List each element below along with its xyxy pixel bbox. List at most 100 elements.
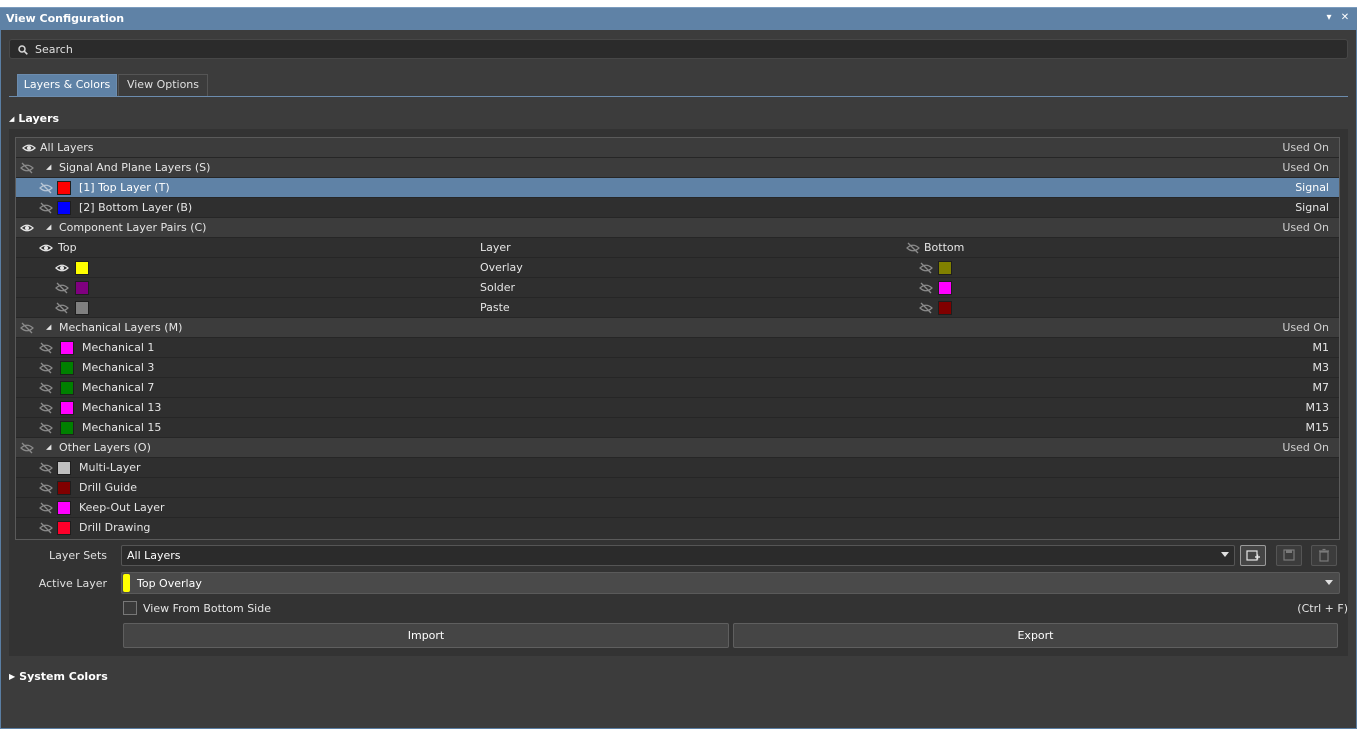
eye-hidden-icon[interactable] (20, 321, 34, 335)
used-on-header: Used On (1282, 441, 1329, 454)
bottom-color-swatch[interactable] (938, 301, 952, 315)
system-colors-section-header[interactable]: ▶ System Colors (9, 670, 108, 683)
layer-color-swatch[interactable] (57, 461, 71, 475)
layers-section-title: Layers (18, 112, 60, 125)
layer-row-top-layer[interactable]: [1] Top Layer (T) Signal (16, 178, 1339, 198)
layer-row-keep-out[interactable]: Keep-Out Layer (16, 498, 1339, 518)
eye-hidden-icon[interactable] (39, 461, 53, 475)
layer-row-drill-drawing[interactable]: Drill Drawing (16, 518, 1339, 538)
layer-row-mechanical-3[interactable]: Mechanical 3 M3 (16, 358, 1339, 378)
layer-color-swatch[interactable] (60, 381, 74, 395)
layer-color-swatch[interactable] (57, 181, 71, 195)
dropdown-menu-icon[interactable]: ▾ (1323, 12, 1335, 24)
eye-hidden-icon[interactable] (55, 301, 69, 315)
eye-visible-icon[interactable] (22, 141, 36, 155)
expand-triangle-icon: ▶ (9, 672, 16, 681)
tab-strip: Layers & Colors View Options (9, 74, 1348, 97)
layer-row-bottom-layer[interactable]: [2] Bottom Layer (B) Signal (16, 198, 1339, 218)
eye-hidden-icon[interactable] (39, 481, 53, 495)
layer-color-swatch[interactable] (57, 201, 71, 215)
eye-hidden-icon[interactable] (919, 281, 933, 295)
other-group-row[interactable]: ◢ Other Layers (O) Used On (16, 438, 1339, 458)
layer-sets-dropdown[interactable]: All Layers (121, 545, 1235, 566)
signal-group-row[interactable]: ◢ Signal And Plane Layers (S) Used On (16, 158, 1339, 178)
search-input[interactable] (35, 41, 1335, 57)
layer-color-swatch[interactable] (60, 421, 74, 435)
layer-color-swatch[interactable] (57, 481, 71, 495)
layer-color-swatch[interactable] (57, 521, 71, 535)
expand-caret-icon[interactable]: ◢ (46, 443, 51, 451)
layer-row-mechanical-15[interactable]: Mechanical 15 M15 (16, 418, 1339, 438)
add-layer-set-icon (1246, 550, 1260, 561)
add-layer-set-button[interactable] (1240, 545, 1266, 566)
eye-hidden-icon[interactable] (39, 381, 53, 395)
layer-row-mechanical-13[interactable]: Mechanical 13 M13 (16, 398, 1339, 418)
eye-hidden-icon[interactable] (919, 261, 933, 275)
used-on-header: Used On (1282, 321, 1329, 334)
layer-row-mechanical-7[interactable]: Mechanical 7 M7 (16, 378, 1339, 398)
layer-color-swatch[interactable] (60, 341, 74, 355)
layer-row-mechanical-1[interactable]: Mechanical 1 M1 (16, 338, 1339, 358)
eye-hidden-icon[interactable] (39, 521, 53, 535)
layer-used-on: Signal (1295, 201, 1329, 214)
component-pair-paste[interactable]: Paste (16, 298, 1339, 318)
layer-row-multi-layer[interactable]: Multi-Layer (16, 458, 1339, 478)
chevron-down-icon (1221, 552, 1229, 557)
save-layer-set-button[interactable] (1276, 545, 1302, 566)
eye-hidden-icon[interactable] (39, 181, 53, 195)
expand-caret-icon[interactable]: ◢ (46, 163, 51, 171)
expand-caret-icon[interactable]: ◢ (46, 223, 51, 231)
layer-label: [1] Top Layer (T) (79, 181, 170, 194)
tab-view-options[interactable]: View Options (118, 74, 208, 96)
export-button[interactable]: Export (733, 623, 1338, 648)
component-group-row[interactable]: ◢ Component Layer Pairs (C) Used On (16, 218, 1339, 238)
eye-hidden-icon[interactable] (55, 281, 69, 295)
tab-layers-colors[interactable]: Layers & Colors (17, 74, 117, 96)
eye-hidden-icon[interactable] (20, 161, 34, 175)
layers-section-header[interactable]: ◢ Layers (9, 112, 59, 125)
layer-color-swatch[interactable] (60, 361, 74, 375)
search-box (9, 39, 1348, 59)
bottom-color-swatch[interactable] (938, 261, 952, 275)
view-bottom-checkbox[interactable] (123, 601, 137, 615)
layer-color-swatch[interactable] (57, 501, 71, 515)
component-pairs-header-row: Top Layer Bottom (16, 238, 1339, 258)
all-layers-row[interactable]: All Layers Used On (16, 138, 1339, 158)
component-pair-solder[interactable]: Solder (16, 278, 1339, 298)
used-on-header: Used On (1282, 141, 1329, 154)
view-bottom-shortcut: (Ctrl + F) (1297, 602, 1348, 615)
eye-visible-icon[interactable] (39, 241, 53, 255)
top-color-swatch[interactable] (75, 301, 89, 315)
eye-visible-icon[interactable] (55, 261, 69, 275)
eye-hidden-icon[interactable] (39, 421, 53, 435)
layer-sets-value: All Layers (127, 549, 181, 562)
top-color-swatch[interactable] (75, 261, 89, 275)
layer-label: [2] Bottom Layer (B) (79, 201, 193, 214)
layer-label: Keep-Out Layer (79, 501, 165, 514)
layer-used-on: M3 (1312, 361, 1330, 374)
layer-color-swatch[interactable] (60, 401, 74, 415)
mechanical-group-row[interactable]: ◢ Mechanical Layers (M) Used On (16, 318, 1339, 338)
eye-hidden-icon[interactable] (39, 201, 53, 215)
layer-row-drill-guide[interactable]: Drill Guide (16, 478, 1339, 498)
eye-hidden-icon[interactable] (906, 241, 920, 255)
eye-hidden-icon[interactable] (39, 501, 53, 515)
component-pair-overlay[interactable]: Overlay (16, 258, 1339, 278)
used-on-header: Used On (1282, 221, 1329, 234)
expand-caret-icon[interactable]: ◢ (46, 323, 51, 331)
active-layer-value: Top Overlay (137, 577, 202, 590)
close-icon[interactable]: ✕ (1339, 12, 1351, 24)
eye-hidden-icon[interactable] (39, 361, 53, 375)
bottom-column-header: Bottom (924, 241, 965, 254)
active-layer-dropdown[interactable]: Top Overlay (121, 572, 1340, 594)
import-button[interactable]: Import (123, 623, 729, 648)
eye-hidden-icon[interactable] (39, 401, 53, 415)
delete-layer-set-button[interactable] (1311, 545, 1337, 566)
eye-hidden-icon[interactable] (20, 441, 34, 455)
bottom-color-swatch[interactable] (938, 281, 952, 295)
eye-hidden-icon[interactable] (39, 341, 53, 355)
eye-visible-icon[interactable] (20, 221, 34, 235)
layer-label: Mechanical 13 (82, 401, 162, 414)
top-color-swatch[interactable] (75, 281, 89, 295)
eye-hidden-icon[interactable] (919, 301, 933, 315)
